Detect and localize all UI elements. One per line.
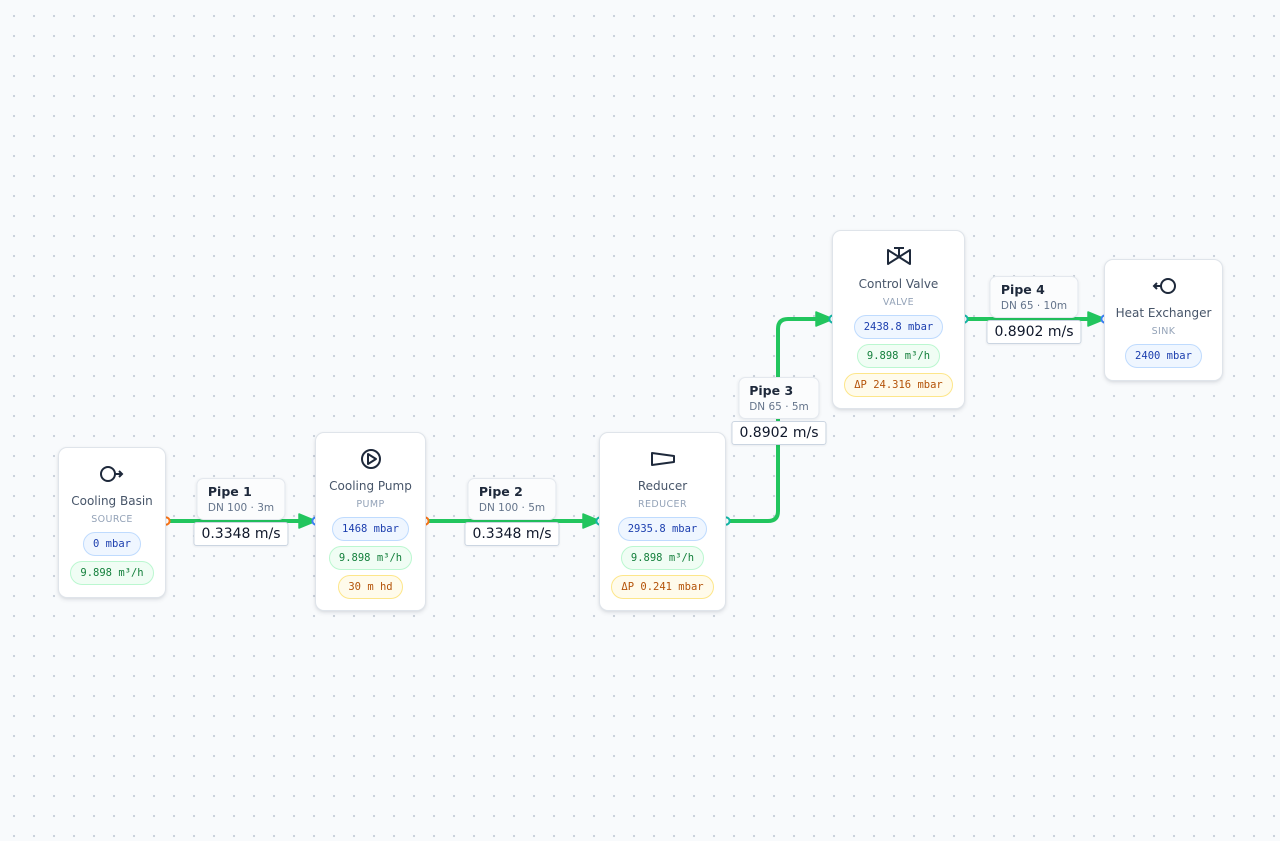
pipe-card: Pipe 1 DN 100 · 3m [196,478,286,520]
pipe-spec: DN 65 · 5m [749,401,809,413]
pipe-spec: DN 65 · 10m [1000,300,1068,312]
pipe-network [161,311,1110,529]
node-title: Cooling Basin [71,494,153,508]
flow-chip: 9.898 m³/h [856,344,941,368]
node-title: Cooling Pump [329,479,412,493]
pipe-label-2[interactable]: Pipe 2 DN 100 · 5m 0.3348 m/s [464,478,560,546]
node-type: VALVE [882,297,915,308]
node-reducer[interactable]: Reducer REDUCER 2935.8 mbar 9.898 m³/h Δ… [599,432,726,611]
flow-chip: 9.898 m³/h [620,546,705,570]
pipe-label-4[interactable]: Pipe 4 DN 65 · 10m 0.8902 m/s [986,276,1082,344]
source-arrow-icon [98,460,126,488]
pipe-label-1[interactable]: Pipe 1 DN 100 · 3m 0.3348 m/s [193,478,289,546]
head-chip: 30 m hd [338,575,403,599]
node-cooling-pump[interactable]: Cooling Pump PUMP 1468 mbar 9.898 m³/h 3… [315,432,426,611]
pressure-chip: 2935.8 mbar [617,517,708,541]
reducer-icon [649,445,677,473]
pipe-card: Pipe 4 DN 65 · 10m [989,276,1079,318]
valve-icon [885,243,913,271]
pressure-chip: 2438.8 mbar [853,315,944,339]
flow-canvas[interactable]: Cooling Basin SOURCE 0 mbar 9.898 m³/h C… [0,0,1280,841]
pipe-name: Pipe 2 [478,484,523,499]
flow-chip: 9.898 m³/h [70,561,154,585]
pipe-name: Pipe 1 [207,484,252,499]
pipe-velocity: 0.8902 m/s [986,320,1082,344]
pipe-card: Pipe 3 DN 65 · 5m [738,377,820,419]
pump-icon [357,445,385,473]
pressure-drop-chip: ΔP 0.241 mbar [611,575,714,599]
node-title: Reducer [637,479,688,493]
pipe-label-3[interactable]: Pipe 3 DN 65 · 5m 0.8902 m/s [731,377,827,445]
pressure-chip: 1468 mbar [332,517,409,541]
node-type: PUMP [356,499,385,510]
node-type: SINK [1151,326,1176,337]
node-title: Control Valve [858,277,939,291]
pipe-name: Pipe 4 [1000,282,1045,297]
pipe-card: Pipe 2 DN 100 · 5m [467,478,557,520]
pipe-spec: DN 100 · 5m [478,502,546,514]
node-heat-exchanger[interactable]: Heat Exchanger SINK 2400 mbar [1104,259,1223,381]
pressure-drop-chip: ΔP 24.316 mbar [844,373,953,397]
pipe-velocity: 0.3348 m/s [464,522,560,546]
pipe-velocity: 0.3348 m/s [193,522,289,546]
pipe-velocity: 0.8902 m/s [731,421,827,445]
sink-arrow-icon [1150,272,1178,300]
node-type: REDUCER [638,499,687,510]
node-control-valve[interactable]: Control Valve VALVE 2438.8 mbar 9.898 m³… [832,230,965,409]
pipe-spec: DN 100 · 3m [207,502,275,514]
node-cooling-basin[interactable]: Cooling Basin SOURCE 0 mbar 9.898 m³/h [58,447,166,598]
pressure-chip: 0 mbar [83,532,141,556]
pressure-chip: 2400 mbar [1125,344,1202,368]
pipe-name: Pipe 3 [749,383,794,398]
node-type: SOURCE [91,514,133,525]
node-title: Heat Exchanger [1115,306,1212,320]
flow-chip: 9.898 m³/h [328,546,413,570]
